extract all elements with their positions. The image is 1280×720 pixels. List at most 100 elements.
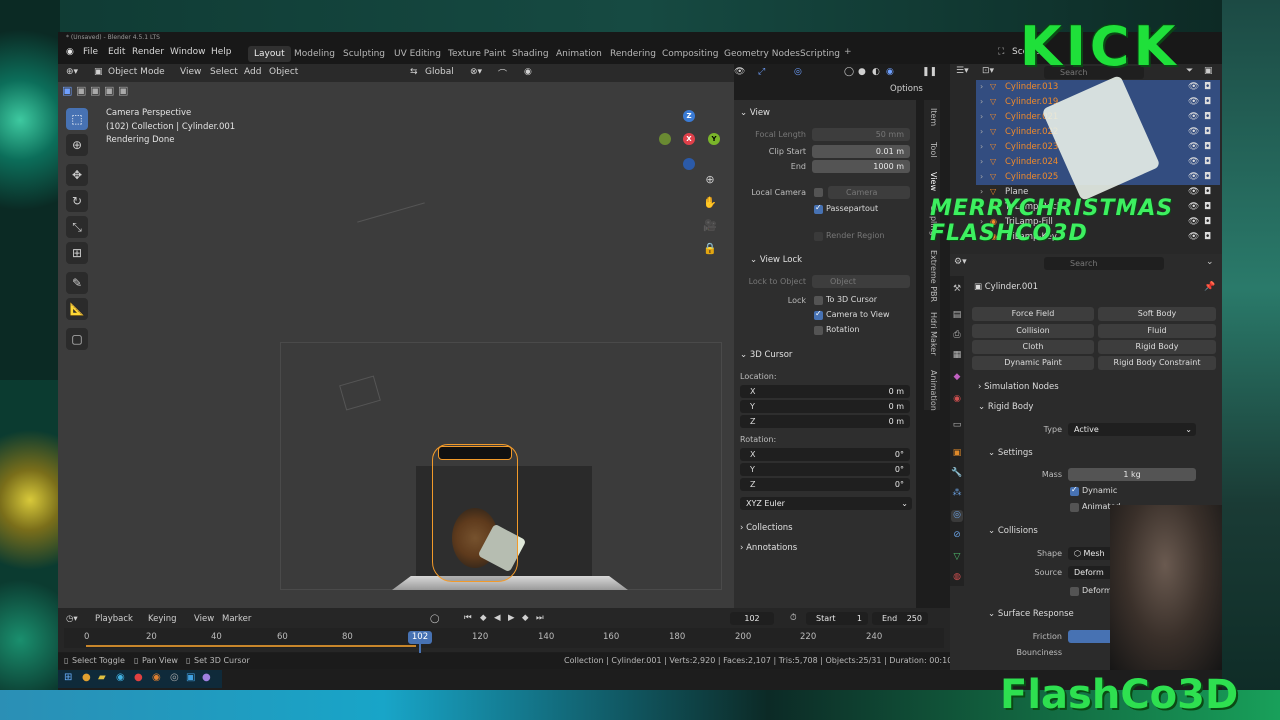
camera-view-icon[interactable]: 🎥 xyxy=(702,219,718,235)
editor-type-icon[interactable]: ⊕▾ xyxy=(66,67,78,77)
cursor-rotation-z[interactable]: 0° xyxy=(740,478,910,491)
tool-select-box[interactable]: ⬚ xyxy=(66,108,88,130)
physics-collision-button[interactable]: Collision xyxy=(972,324,1094,338)
viewport-menu-add[interactable]: Add xyxy=(244,67,261,77)
visibility-eye-icon[interactable]: 👁 xyxy=(1188,172,1199,182)
render-visibility-icon[interactable]: ◘ xyxy=(1204,232,1211,242)
outliner-expand-icon[interactable]: › xyxy=(980,127,983,136)
menu-file[interactable]: File xyxy=(83,47,98,57)
physics-rigid-body-button[interactable]: Rigid Body xyxy=(1098,340,1216,354)
visibility-eye-icon[interactable]: 👁 xyxy=(1188,112,1199,122)
timeline-menu-playback[interactable]: Playback xyxy=(95,614,133,624)
outliner-item[interactable]: Cylinder.013 xyxy=(1005,82,1058,92)
add-workspace-icon[interactable]: + xyxy=(844,47,852,57)
axis-x-icon[interactable]: X xyxy=(683,133,695,145)
rotation-mode-select[interactable]: XYZ Euler ⌄ xyxy=(740,497,912,510)
taskbar-app-icon[interactable]: ▣ xyxy=(186,672,195,683)
world-props-icon[interactable]: ◉ xyxy=(951,394,963,406)
render-region-checkbox[interactable] xyxy=(814,232,823,241)
blender-logo-icon[interactable]: ◉ xyxy=(66,47,74,57)
properties-options-icon[interactable]: ⌄ xyxy=(1206,257,1214,267)
orientation-icon[interactable]: ⇆ xyxy=(410,67,418,77)
next-keyframe-icon[interactable]: ◆ xyxy=(522,613,529,623)
outliner-expand-icon[interactable]: › xyxy=(980,97,983,106)
physics-props-icon[interactable]: ◎ xyxy=(951,510,963,522)
render-visibility-icon[interactable]: ◘ xyxy=(1204,82,1211,92)
sidebar-tab-extreme-pbr[interactable]: Extreme PBR xyxy=(926,250,938,302)
visibility-eye-icon[interactable]: 👁 xyxy=(1188,142,1199,152)
mass-field[interactable]: 1 kg xyxy=(1068,468,1196,481)
focal-length-field[interactable]: 50 mm xyxy=(812,128,910,141)
tool-add-cube[interactable]: ▢ xyxy=(66,328,88,350)
select-intersect-icon[interactable]: ▣ xyxy=(118,84,128,97)
physics-rigid-body-constraint-button[interactable]: Rigid Body Constraint xyxy=(1098,356,1216,370)
zoom-icon[interactable]: ⊕ xyxy=(702,173,718,189)
workspace-tab-modeling[interactable]: Modeling xyxy=(288,46,341,62)
physics-cloth-button[interactable]: Cloth xyxy=(972,340,1094,354)
cursor-rotation-y[interactable]: 0° xyxy=(740,463,910,476)
viewport-menu-object[interactable]: Object xyxy=(269,67,298,77)
render-visibility-icon[interactable]: ◘ xyxy=(1204,127,1211,137)
play-reverse-icon[interactable]: ◀ xyxy=(494,613,501,623)
lock-icon[interactable]: 🔒 xyxy=(702,242,718,258)
select-invert-icon[interactable]: ▣ xyxy=(104,84,114,97)
render-visibility-icon[interactable]: ◘ xyxy=(1204,157,1211,167)
sidebar-tab-view[interactable]: View xyxy=(926,172,938,191)
modifier-props-icon[interactable]: 🔧 xyxy=(951,468,963,480)
visibility-icon[interactable]: 👁 xyxy=(734,67,745,77)
overlay-toggle-icon[interactable]: ◎ xyxy=(794,67,802,77)
render-visibility-icon[interactable]: ◘ xyxy=(1204,142,1211,152)
taskbar-app-icon[interactable]: ◎ xyxy=(170,672,179,683)
workspace-tab-sculpting[interactable]: Sculpting xyxy=(337,46,391,62)
clip-end-field[interactable]: 1000 m xyxy=(812,160,910,173)
view-lock-panel-header[interactable]: ⌄ View Lock xyxy=(750,255,802,265)
taskbar-app-icon[interactable]: ● xyxy=(134,672,143,683)
rigid-body-settings-header[interactable]: ⌄ Settings xyxy=(988,448,1033,458)
shading-rendered-icon[interactable]: ◉ xyxy=(886,67,894,77)
tool-cursor[interactable]: ⊕ xyxy=(66,134,88,156)
shading-wireframe-icon[interactable]: ◯ xyxy=(844,67,854,77)
workspace-tab-geometry-nodes[interactable]: Geometry Nodes xyxy=(718,46,806,62)
menu-help[interactable]: Help xyxy=(211,47,232,57)
taskbar-app-icon[interactable]: ● xyxy=(202,672,211,683)
menu-window[interactable]: Window xyxy=(170,47,206,57)
jump-start-icon[interactable]: ⏮ xyxy=(464,613,472,623)
animated-checkbox[interactable] xyxy=(1070,503,1079,512)
outliner-expand-icon[interactable]: › xyxy=(980,187,983,196)
proportional-edit-icon[interactable]: ◉ xyxy=(524,67,532,77)
mode-selector-icon[interactable]: ▣ xyxy=(94,67,103,77)
play-icon[interactable]: ▶ xyxy=(508,613,515,623)
particles-props-icon[interactable]: ⁂ xyxy=(951,488,963,500)
axis-neg-z-icon[interactable] xyxy=(683,158,695,170)
sidebar-tab-item[interactable]: Item xyxy=(926,108,938,126)
viewport-options-button[interactable]: Options xyxy=(890,84,923,94)
new-collection-icon[interactable]: ▣ xyxy=(1204,66,1213,76)
frame-start-field[interactable]: Start 1 xyxy=(806,612,868,625)
outliner-item[interactable]: Cylinder.025 xyxy=(1005,172,1058,182)
render-visibility-icon[interactable]: ◘ xyxy=(1204,97,1211,107)
timeline-menu-keying[interactable]: Keying xyxy=(148,614,177,624)
constraints-props-icon[interactable]: ⊘ xyxy=(951,530,963,542)
select-subtract-icon[interactable]: ▣ xyxy=(90,84,100,97)
axis-y-icon[interactable]: Y xyxy=(708,133,720,145)
rigid-body-type-select[interactable]: Active ⌄ xyxy=(1068,423,1196,436)
visibility-eye-icon[interactable]: 👁 xyxy=(1188,232,1199,242)
render-visibility-icon[interactable]: ◘ xyxy=(1204,112,1211,122)
workspace-tab-compositing[interactable]: Compositing xyxy=(656,46,724,62)
dynamic-checkbox[interactable] xyxy=(1070,485,1079,496)
view-panel-header[interactable]: ⌄ View xyxy=(740,108,770,118)
local-camera-field[interactable]: Camera xyxy=(828,186,910,199)
snap-icon[interactable]: ⌒ xyxy=(498,67,507,80)
cursor-rotation-x[interactable]: 0° xyxy=(740,448,910,461)
scene-props-icon[interactable]: ◆ xyxy=(951,372,963,384)
material-props-icon[interactable]: ◍ xyxy=(951,572,963,584)
select-new-icon[interactable]: ▣ xyxy=(62,84,72,97)
cursor-location-x[interactable]: 0 m xyxy=(740,385,910,398)
physics-fluid-button[interactable]: Fluid xyxy=(1098,324,1216,338)
viewport-menu-view[interactable]: View xyxy=(180,67,201,77)
shading-solid-icon[interactable]: ● xyxy=(858,67,866,77)
browser-icon[interactable]: ◉ xyxy=(116,672,125,683)
select-mode-buttons[interactable]: ▣ ▣ ▣ ▣ ▣ xyxy=(62,84,142,98)
simulation-nodes-header[interactable]: › Simulation Nodes xyxy=(978,382,1059,392)
menu-render[interactable]: Render xyxy=(132,47,164,57)
